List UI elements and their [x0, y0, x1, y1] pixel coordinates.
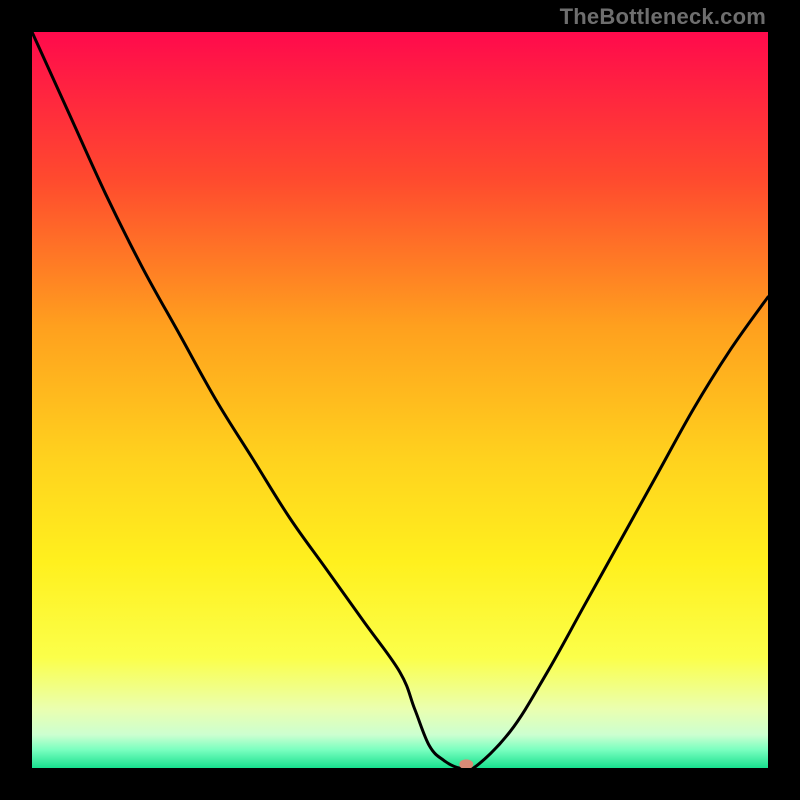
gradient-background	[32, 32, 768, 768]
chart-svg	[32, 32, 768, 768]
plot-area	[32, 32, 768, 768]
watermark-text: TheBottleneck.com	[560, 4, 766, 30]
chart-frame: TheBottleneck.com	[0, 0, 800, 800]
